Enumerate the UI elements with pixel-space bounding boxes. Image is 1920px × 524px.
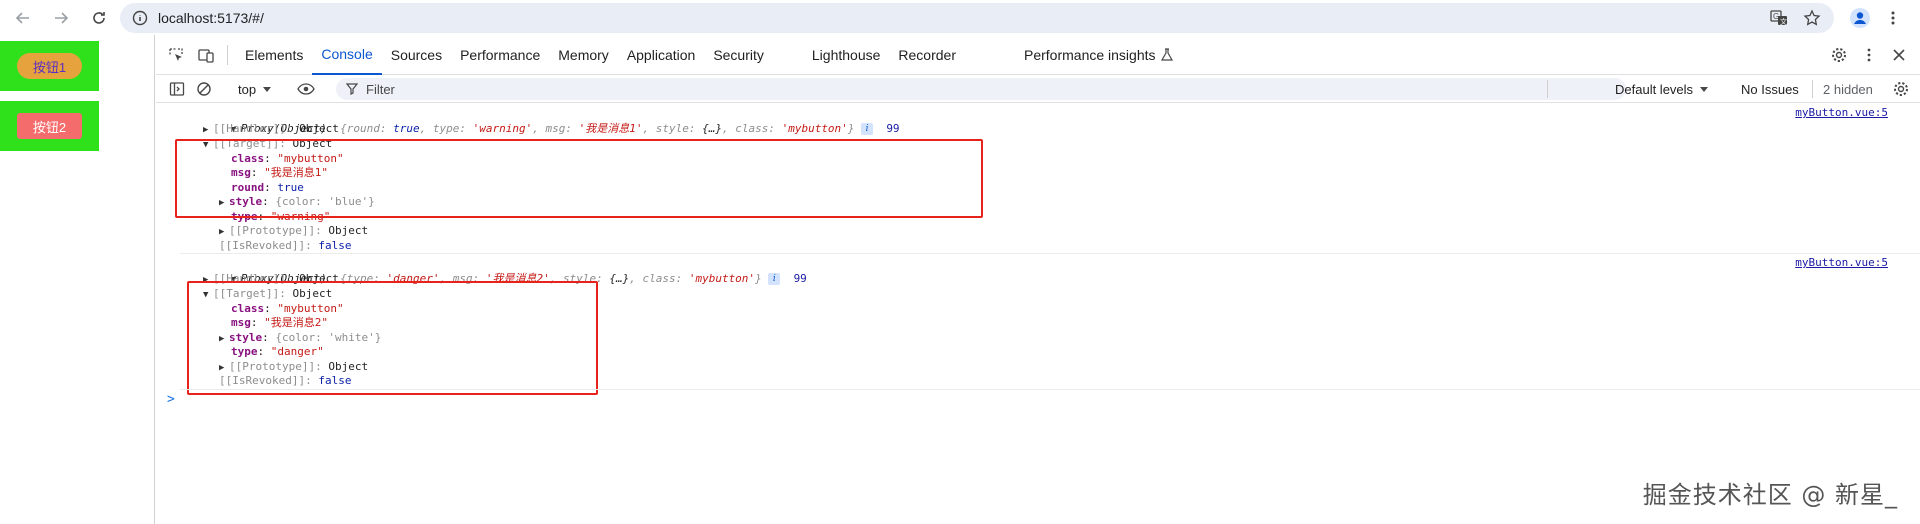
address-bar[interactable]: localhost:5173/#/ <box>120 3 1834 33</box>
tab-lighthouse[interactable]: Lighthouse <box>803 35 890 75</box>
clear-console-icon[interactable] <box>191 76 217 102</box>
context-selector[interactable]: top <box>238 79 272 99</box>
prototype-row[interactable]: ▶ [[Prototype]]: Object <box>219 223 368 238</box>
demo-box-1: 按钮1 <box>0 41 99 91</box>
repeat-count: 99 <box>793 272 807 285</box>
highlight-box <box>175 139 983 218</box>
profile-avatar-icon[interactable] <box>1847 5 1873 31</box>
inspect-element-icon[interactable] <box>163 42 189 68</box>
log-levels-dropdown[interactable]: Default levels <box>1615 79 1709 99</box>
tab-elements[interactable]: Elements <box>236 35 312 75</box>
arrow-right-icon <box>55 11 69 24</box>
context-label: top <box>238 81 257 97</box>
demo-box-2: 按钮2 <box>0 101 99 151</box>
caret-down-icon <box>1700 87 1709 92</box>
tab-sources[interactable]: Sources <box>382 35 451 75</box>
repeat-count: 99 <box>886 122 900 135</box>
console-output: ▼ Proxy(Object) {round: true, type: 'warn… <box>156 105 1920 524</box>
reload-icon <box>93 11 105 24</box>
hidden-messages-count: 2 hidden <box>1823 81 1873 97</box>
svg-text:文: 文 <box>1780 17 1787 26</box>
site-info-icon[interactable] <box>132 10 148 26</box>
filter-funnel-icon <box>346 83 358 95</box>
settings-gear-icon[interactable] <box>1826 42 1852 68</box>
console-toolbar: top Filter Default levels No Issues 2 hi… <box>156 75 1920 103</box>
tab-separator <box>227 44 228 65</box>
tab-security[interactable]: Security <box>704 35 773 75</box>
issues-button[interactable]: No Issues <box>1741 79 1799 99</box>
tab-performance-insights-label: Performance insights <box>1024 46 1156 63</box>
tab-memory[interactable]: Memory <box>549 35 618 75</box>
close-devtools-icon[interactable] <box>1886 42 1912 68</box>
devtools-more-icon[interactable] <box>1856 42 1882 68</box>
live-expression-eye-icon[interactable] <box>293 76 319 102</box>
devtools-panel: Elements Console Sources Performance Mem… <box>156 35 1920 524</box>
toolbar-divider <box>1812 80 1813 98</box>
browser-toolbar: localhost:5173/#/ G文 <box>0 0 1920 35</box>
console-message-header[interactable]: ▼ Proxy(Object) {type: 'danger', msg: '我是… <box>191 256 807 285</box>
highlight-box <box>187 281 598 395</box>
page-viewport: 按钮1 按钮2 <box>0 35 155 524</box>
tab-application[interactable]: Application <box>618 35 705 75</box>
button-1[interactable]: 按钮1 <box>16 53 83 79</box>
tab-performance[interactable]: Performance <box>451 35 549 75</box>
source-link[interactable]: myButton.vue:5 <box>1795 256 1888 269</box>
sidebar-toggle-icon[interactable] <box>164 76 190 102</box>
button-2[interactable]: 按钮2 <box>16 113 83 139</box>
source-link[interactable]: myButton.vue:5 <box>1795 106 1888 119</box>
handler-row[interactable]: ▶ [[Handler]]: Object <box>203 121 339 136</box>
watermark: 掘金技术社区 @ 新星_ <box>1642 481 1898 509</box>
translate-icon[interactable]: G文 <box>1766 5 1792 31</box>
toolbar-divider <box>1547 80 1548 98</box>
reload-button[interactable] <box>86 5 112 31</box>
console-message-header[interactable]: ▼ Proxy(Object) {round: true, type: 'warn… <box>191 106 900 135</box>
info-icon[interactable]: i <box>768 273 781 285</box>
bookmark-star-icon[interactable] <box>1799 5 1825 31</box>
filter-placeholder: Filter <box>366 81 395 97</box>
info-icon[interactable]: i <box>861 123 874 135</box>
console-prompt[interactable]: > <box>167 392 175 407</box>
browser-menu-icon[interactable] <box>1880 5 1906 31</box>
console-settings-gear-icon[interactable] <box>1888 76 1914 102</box>
arrow-left-icon <box>15 11 29 24</box>
device-toolbar-icon[interactable] <box>193 42 219 68</box>
message-divider <box>180 389 1920 390</box>
revoked-row: [[IsRevoked]]: false <box>219 239 352 252</box>
forward-button[interactable] <box>48 5 74 31</box>
tab-console[interactable]: Console <box>312 35 382 75</box>
devtools-tab-bar: Elements Console Sources Performance Mem… <box>156 35 1920 75</box>
back-button[interactable] <box>10 5 36 31</box>
tab-performance-insights[interactable]: Performance insights <box>1015 35 1182 75</box>
caret-down-icon <box>263 87 272 92</box>
url-text[interactable]: localhost:5173/#/ <box>158 10 264 26</box>
console-filter-input[interactable]: Filter <box>336 78 1626 100</box>
flask-icon <box>1160 47 1173 61</box>
message-divider <box>180 253 1920 254</box>
log-levels-label: Default levels <box>1615 81 1694 97</box>
tab-recorder[interactable]: Recorder <box>889 35 965 75</box>
